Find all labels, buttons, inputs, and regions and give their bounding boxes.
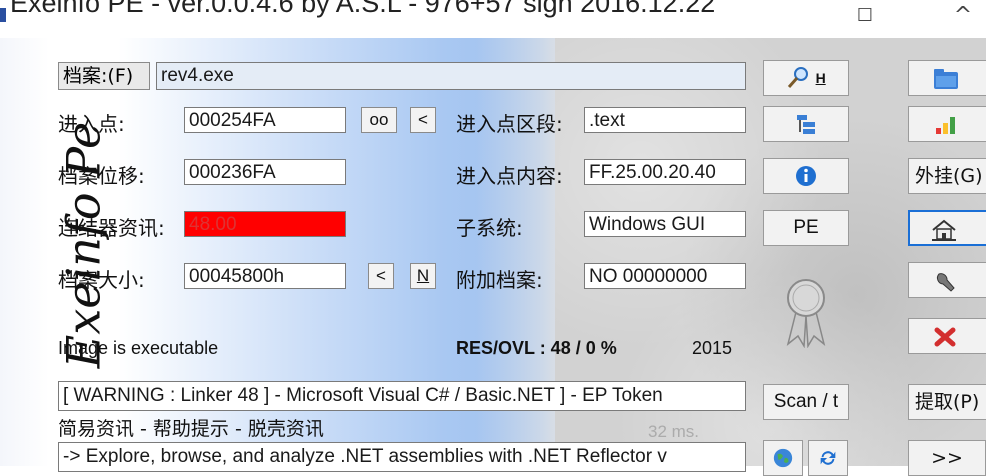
linker-info-label: 连结器资讯: bbox=[58, 216, 165, 240]
maximize-button[interactable]: ^ bbox=[938, 0, 986, 32]
more-button[interactable]: >> bbox=[908, 440, 986, 476]
bar-chart-icon bbox=[936, 116, 955, 134]
close-icon bbox=[934, 327, 956, 346]
entry-content-label: 进入点内容: bbox=[456, 164, 563, 188]
window-title: Exeinfo PE - ver.0.0.4.6 by A.S.L - 976+… bbox=[10, 0, 716, 18]
scan-button[interactable]: Scan / t bbox=[763, 384, 849, 420]
home-icon bbox=[932, 219, 956, 241]
entry-content-field[interactable]: FF.25.00.20.40 bbox=[584, 159, 746, 185]
help-line[interactable]: 简易资讯 - 帮助提示 - 脱壳资讯 bbox=[58, 414, 324, 441]
file-offset-label: 档案位移: bbox=[58, 164, 145, 188]
entry-section-field[interactable]: .text bbox=[584, 107, 746, 133]
search-shortcut: H bbox=[815, 70, 826, 86]
subsystem-label: 子系统: bbox=[456, 216, 523, 240]
size-back-button[interactable]: < bbox=[368, 263, 394, 289]
year-status: 2015 bbox=[692, 338, 733, 358]
file-size-label: 档案大小: bbox=[58, 268, 145, 292]
overlay-field[interactable]: NO 00000000 bbox=[584, 263, 746, 289]
wrench-icon bbox=[936, 272, 955, 292]
info-icon bbox=[796, 165, 816, 186]
size-n-button[interactable]: N bbox=[410, 263, 436, 289]
folder-icon bbox=[934, 68, 958, 89]
title-bar: Exeinfo PE - ver.0.0.4.6 by A.S.L - 976+… bbox=[0, 0, 986, 38]
file-path-field[interactable]: rev4.exe bbox=[156, 62, 746, 90]
entry-point-field[interactable]: 000254FA bbox=[184, 107, 346, 133]
plugins-button[interactable]: 外挂(G) bbox=[908, 158, 986, 194]
app-icon bbox=[0, 8, 6, 22]
close-button[interactable] bbox=[908, 318, 986, 354]
open-file-button[interactable] bbox=[908, 60, 986, 96]
search-button[interactable]: H bbox=[763, 60, 849, 96]
timing-text: 32 ms. bbox=[648, 422, 700, 441]
info-button[interactable] bbox=[763, 158, 849, 194]
extract-button[interactable]: 提取(P) bbox=[908, 384, 986, 420]
stats-button[interactable] bbox=[908, 106, 986, 142]
restore-button[interactable]: ☐ bbox=[840, 0, 890, 32]
hint-field[interactable]: -> Explore, browse, and analyze .NET ass… bbox=[58, 442, 746, 472]
executable-status: Image is executable bbox=[58, 338, 219, 358]
magnifier-icon bbox=[788, 66, 809, 88]
entry-point-label: 进入点: bbox=[58, 112, 125, 136]
refresh-button[interactable] bbox=[808, 440, 848, 476]
section-viewer-button[interactable] bbox=[763, 106, 849, 142]
entry-section-label: 进入点区段: bbox=[456, 112, 563, 136]
ep-back-button[interactable]: < bbox=[410, 107, 436, 133]
oo-button[interactable]: oo bbox=[361, 107, 397, 133]
tools-button[interactable] bbox=[908, 262, 986, 298]
tree-view-icon bbox=[797, 114, 815, 134]
watermark-logo: Exeinfo Pe bbox=[56, 121, 111, 369]
file-button[interactable]: 档案:(F) bbox=[58, 62, 150, 90]
file-size-field[interactable]: 00045800h bbox=[184, 263, 346, 289]
linker-info-field[interactable]: 48.00 bbox=[184, 211, 346, 237]
file-offset-field[interactable]: 000236FA bbox=[184, 159, 346, 185]
subsystem-field[interactable]: Windows GUI bbox=[584, 211, 746, 237]
home-button[interactable] bbox=[908, 210, 986, 246]
warning-field[interactable]: [ WARNING : Linker 48 ] - Microsoft Visu… bbox=[58, 381, 746, 411]
overlay-label: 附加档案: bbox=[456, 268, 543, 292]
web-button[interactable] bbox=[763, 440, 803, 476]
res-ovl-status: RES/OVL : 48 / 0 % bbox=[456, 338, 617, 358]
award-ribbon-icon bbox=[778, 276, 834, 352]
pe-button[interactable]: PE bbox=[763, 210, 849, 246]
